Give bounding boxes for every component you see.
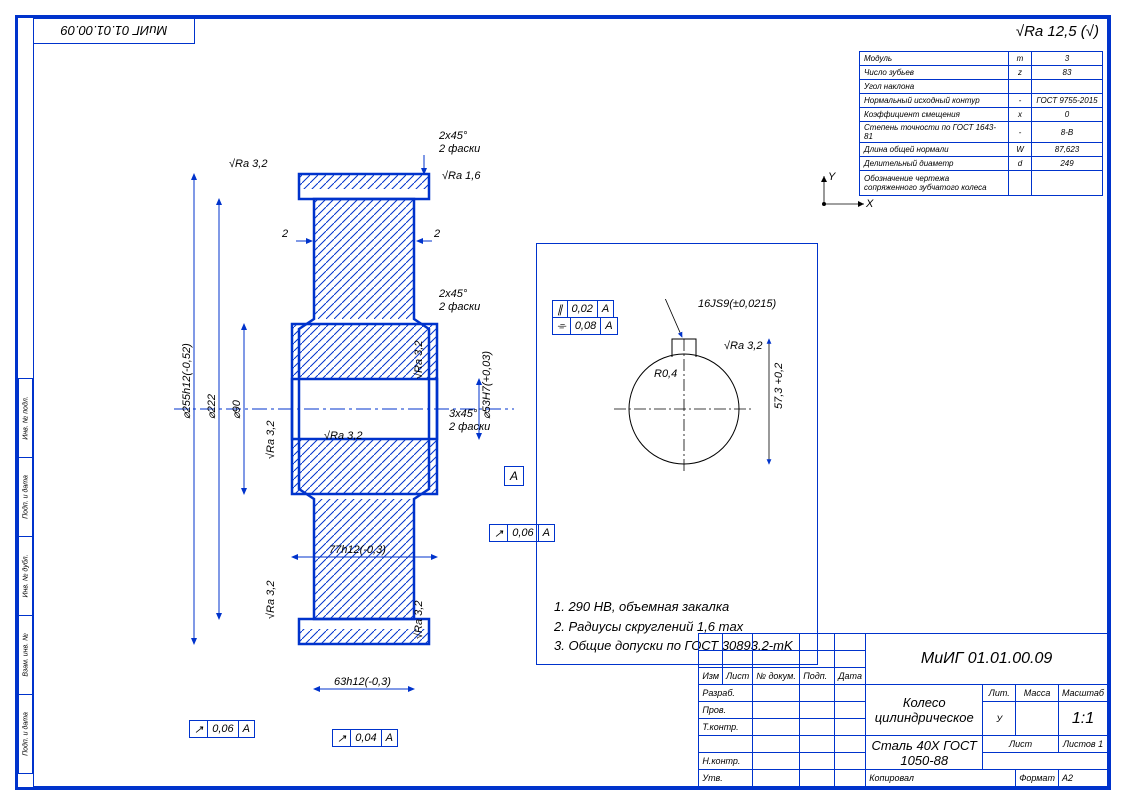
svg-text:√Ra 3,2: √Ra 3,2 — [265, 421, 277, 459]
svg-text:2x45°: 2x45° — [438, 288, 468, 300]
svg-text:√Ra 3,2: √Ra 3,2 — [724, 340, 762, 352]
svg-text:16JS9(±0,0215): 16JS9(±0,0215) — [698, 299, 777, 310]
svg-text:X: X — [865, 198, 874, 210]
side-tab: Инв. № дубл. — [18, 536, 33, 616]
svg-text:⌀53H7(+0,03): ⌀53H7(+0,03) — [481, 351, 493, 419]
svg-text:77h12(-0,3): 77h12(-0,3) — [329, 544, 386, 556]
svg-text:63h12(-0,3): 63h12(-0,3) — [334, 676, 391, 688]
fcf-symmetry: ⌯0,08A — [552, 317, 618, 335]
binding-tabs: Инв. № подл. Подп. и дата Инв. № дубл. В… — [18, 379, 33, 786]
gear-parameter-table: Модульm3 Число зубьевz83 Угол наклона Но… — [859, 51, 1103, 196]
svg-text:⌀90: ⌀90 — [231, 399, 243, 419]
title-block: МиИГ 01.01.00.09 ИзмЛист№ докум.Подп.Дат… — [698, 633, 1108, 787]
fcf-parallel: ∥0,02A — [552, 300, 614, 318]
runout-icon: ↗ — [333, 730, 351, 746]
svg-text:√Ra 3,2: √Ra 3,2 — [265, 581, 277, 619]
svg-text:2 фаски: 2 фаски — [438, 301, 480, 313]
svg-text:2 фаски: 2 фаски — [438, 143, 480, 155]
svg-text:R0,4: R0,4 — [654, 368, 677, 380]
fcf-runout-1: ↗0,06A — [189, 720, 255, 738]
svg-text:√Ra 3,2: √Ra 3,2 — [413, 601, 425, 639]
svg-text:√Ra 3,2: √Ra 3,2 — [229, 158, 267, 170]
symmetry-icon: ⌯ — [553, 318, 571, 334]
keyway-detail: R0,4 57,3 +0,2 16JS9(±0,0215) √Ra 3,2 √R… — [594, 299, 814, 502]
svg-text:2: 2 — [433, 228, 440, 240]
svg-text:√Ra 3,2: √Ra 3,2 — [413, 341, 425, 379]
reversed-doc-number: МиИГ 01.01.00.09 — [33, 18, 195, 44]
svg-text:√Ra 3,2: √Ra 3,2 — [324, 430, 362, 442]
global-roughness: √Ra 12,5 (√) — [1016, 23, 1099, 40]
runout-icon: ↗ — [190, 721, 208, 737]
svg-text:57,3 +0,2: 57,3 +0,2 — [773, 363, 785, 409]
svg-text:√Ra 1,6: √Ra 1,6 — [442, 170, 481, 182]
side-tab: Подп. и дата — [18, 694, 33, 774]
svg-text:3x45°: 3x45° — [449, 408, 478, 420]
gear-section-view: ⌀255h12(-0,52) ⌀222 ⌀90 ⌀53H7(+0,03) 63h… — [174, 119, 534, 742]
side-tab: Подп. и дата — [18, 457, 33, 537]
svg-text:Y: Y — [828, 171, 836, 183]
parallel-icon: ∥ — [553, 301, 568, 317]
svg-text:⌀222: ⌀222 — [206, 394, 218, 419]
fcf-runout-2: ↗0,04A — [332, 729, 398, 747]
datum-a: A — [504, 466, 524, 486]
side-tab: Взам. инв. № — [18, 615, 33, 695]
svg-text:⌀255h12(-0,52): ⌀255h12(-0,52) — [181, 343, 193, 419]
runout-icon: ↗ — [490, 525, 508, 541]
side-tab: Инв. № подл. — [18, 378, 33, 458]
svg-text:2 фаски: 2 фаски — [448, 421, 490, 433]
coordinate-system-icon: X Y — [814, 174, 874, 214]
svg-text:2: 2 — [281, 228, 288, 240]
svg-text:2x45°: 2x45° — [438, 130, 468, 142]
